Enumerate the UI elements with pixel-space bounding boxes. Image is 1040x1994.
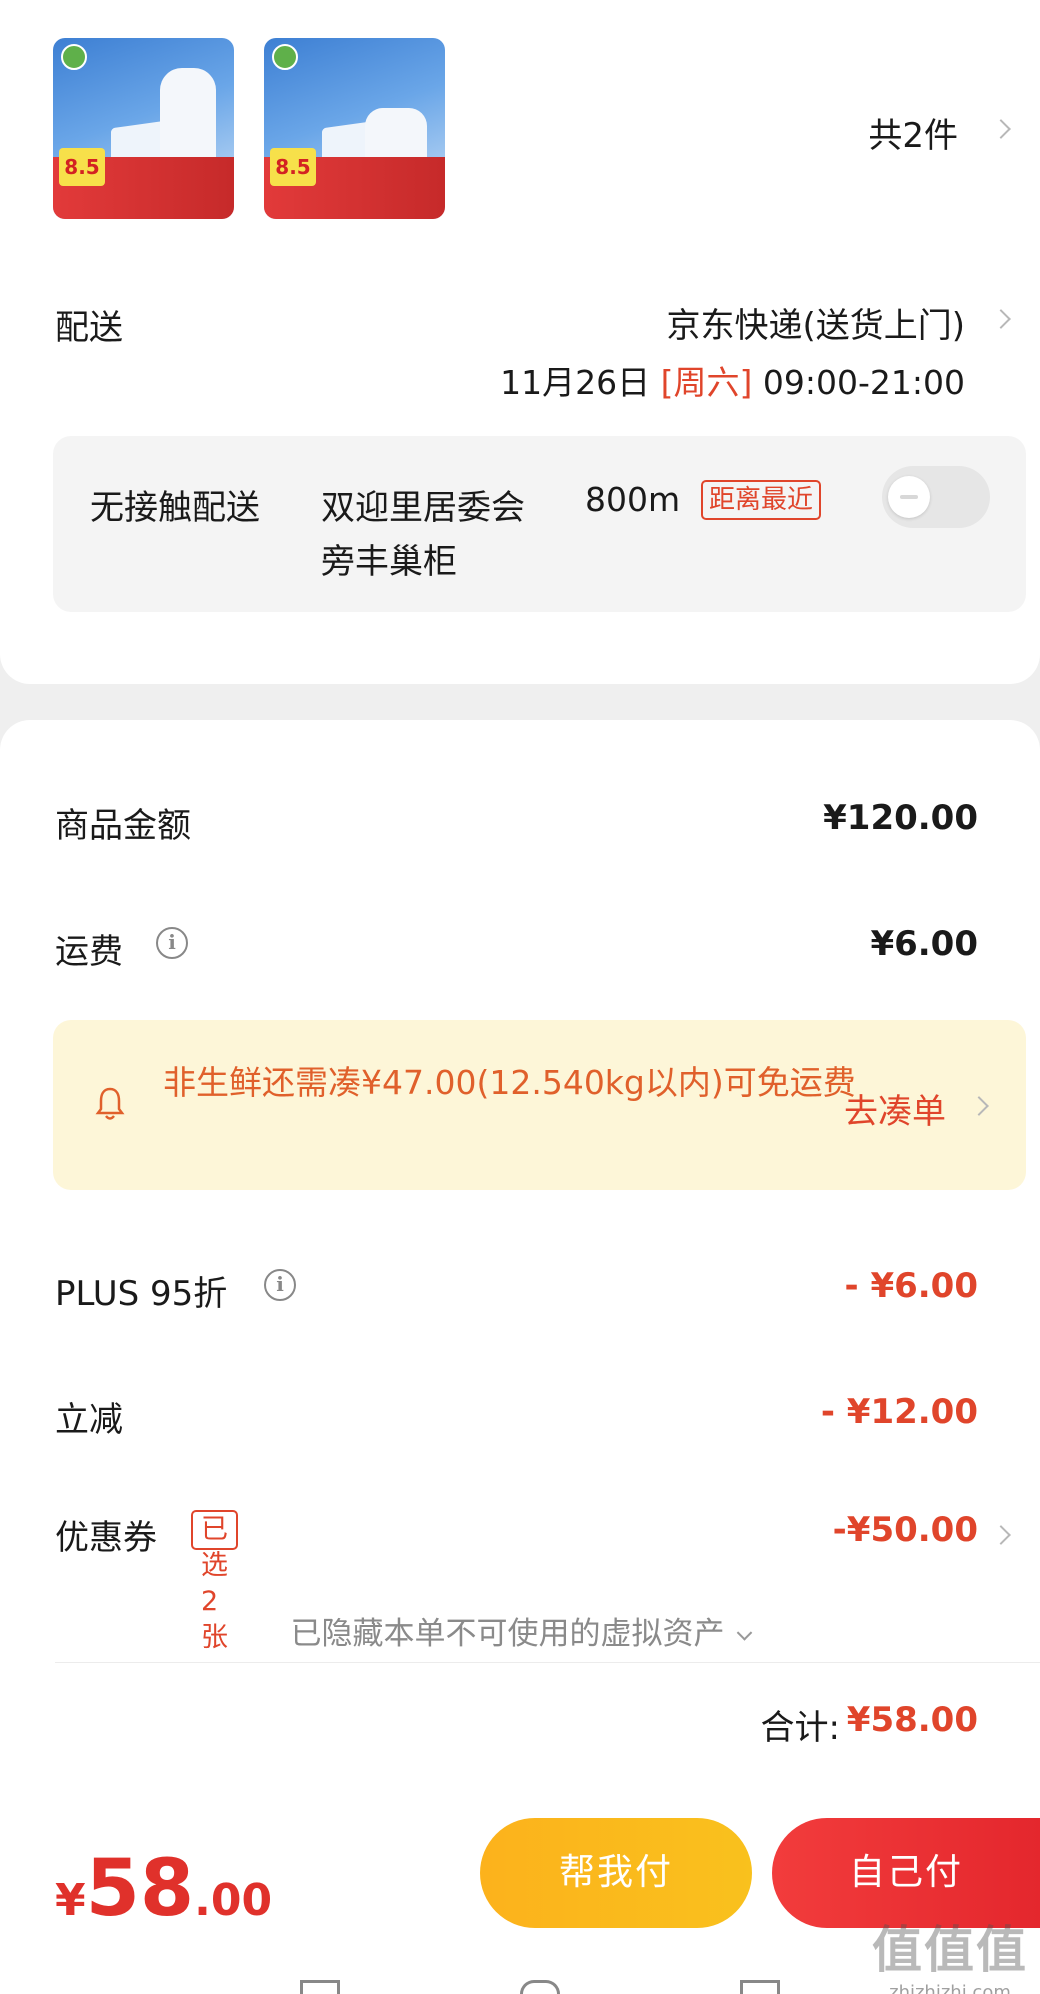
watermark-logo: 值值值 — [872, 1921, 1028, 1979]
delivery-date: 11月26日 — [500, 363, 651, 402]
shipping-label: 运费 — [55, 932, 123, 972]
coupon-selected-tag: 已选2张 — [191, 1510, 238, 1653]
nav-recents-hint[interactable] — [740, 1980, 780, 1994]
items-count[interactable]: 共2件 — [868, 108, 958, 157]
delivery-time-window: 09:00-21:00 — [762, 363, 965, 402]
divider — [55, 1662, 1040, 1663]
pickup-place-detail: 旁丰巢柜 — [321, 542, 457, 582]
contactless-delivery-option: 无接触配送 双迎里居委会 旁丰巢柜 800m 距离最近 — [53, 436, 1026, 612]
brand-logo-icon — [272, 44, 298, 70]
plus-discount-label: PLUS 95折 — [55, 1274, 228, 1314]
promo-price-tag: 8.5 — [59, 148, 105, 186]
payable-amount: ¥58.00 — [55, 1844, 272, 1934]
delivery-method[interactable]: 京东快递(送货上门) — [666, 298, 965, 347]
free-shipping-notice[interactable]: 非生鲜还需凑¥47.00(12.540kg以内)可免运费 去凑单 — [53, 1020, 1026, 1190]
coupon-row[interactable]: 优惠券 已选2张 — [55, 1510, 238, 1653]
shipping-value: ¥6.00 — [870, 924, 978, 964]
pickup-place: 双迎里居委会 — [321, 488, 525, 528]
price-integer: 58 — [85, 1844, 195, 1934]
nearest-tag: 距离最近 — [701, 480, 822, 520]
chevron-right-icon[interactable] — [991, 119, 1011, 139]
currency-symbol: ¥ — [55, 1875, 86, 1926]
coupon-label: 优惠券 — [55, 1518, 157, 1558]
hidden-assets-text: 已隐藏本单不可使用的虚拟资产 — [290, 1616, 725, 1652]
site-watermark: 值值值 zhizhizhi.com — [872, 1910, 1028, 1994]
contactless-title: 无接触配送 — [90, 488, 260, 528]
order-summary-card: 8.5 8.5 共2件 配送 京东快递(送货上门) 11月26日 [周六] 09… — [0, 0, 1040, 684]
plus-discount-value: - ¥6.00 — [844, 1266, 979, 1306]
coupon-value[interactable]: -¥50.00 — [833, 1510, 978, 1550]
bell-icon — [95, 1087, 125, 1120]
watermark-url: zhizhizhi.com — [889, 1982, 1011, 1994]
add-items-link[interactable]: 去凑单 — [844, 1084, 946, 1133]
chevron-down-icon — [736, 1625, 752, 1641]
product-thumbnail-2[interactable]: 8.5 — [264, 38, 445, 219]
pickup-distance: 800m — [585, 480, 681, 519]
price-breakdown-card: 商品金额 ¥120.00 运费 i ¥6.00 非生鲜还需凑¥47.00(12.… — [0, 720, 1040, 1810]
nav-back-hint[interactable] — [300, 1980, 340, 1994]
instant-discount-value: - ¥12.00 — [820, 1392, 978, 1432]
total-value: ¥58.00 — [846, 1700, 978, 1740]
info-icon[interactable]: i — [264, 1269, 296, 1301]
info-icon[interactable]: i — [156, 927, 188, 959]
total-label: 合计: — [760, 1708, 840, 1748]
product-thumbnail-1[interactable]: 8.5 — [53, 38, 234, 219]
delivery-time[interactable]: 11月26日 [周六] 09:00-21:00 — [500, 356, 965, 404]
toggle-knob — [888, 476, 930, 518]
chevron-right-icon[interactable] — [969, 1096, 989, 1116]
free-shipping-text: 非生鲜还需凑¥47.00(12.540kg以内)可免运费 — [163, 1063, 856, 1102]
promo-price-tag: 8.5 — [270, 148, 316, 186]
delivery-weekday: [周六] — [660, 363, 753, 402]
chevron-right-icon[interactable] — [991, 309, 1011, 329]
order-confirm-page: 8.5 8.5 共2件 配送 京东快递(送货上门) 11月26日 [周六] 09… — [0, 0, 1040, 1994]
hidden-assets-toggle[interactable]: 已隐藏本单不可使用的虚拟资产 — [0, 1608, 1040, 1653]
brand-logo-icon — [61, 44, 87, 70]
nav-home-hint[interactable] — [520, 1980, 560, 1994]
chevron-right-icon[interactable] — [991, 1525, 1011, 1545]
price-decimal: .00 — [194, 1875, 273, 1926]
contactless-toggle[interactable] — [882, 466, 990, 528]
friend-pay-button[interactable]: 帮我付 — [480, 1818, 752, 1928]
goods-amount-label: 商品金额 — [55, 806, 191, 846]
goods-amount-value: ¥120.00 — [823, 798, 978, 838]
instant-discount-label: 立减 — [55, 1400, 123, 1440]
delivery-label: 配送 — [55, 308, 123, 348]
checkout-bar: ¥58.00 帮我付 自己付 值值值 zhizhizhi.com — [0, 1794, 1040, 1994]
